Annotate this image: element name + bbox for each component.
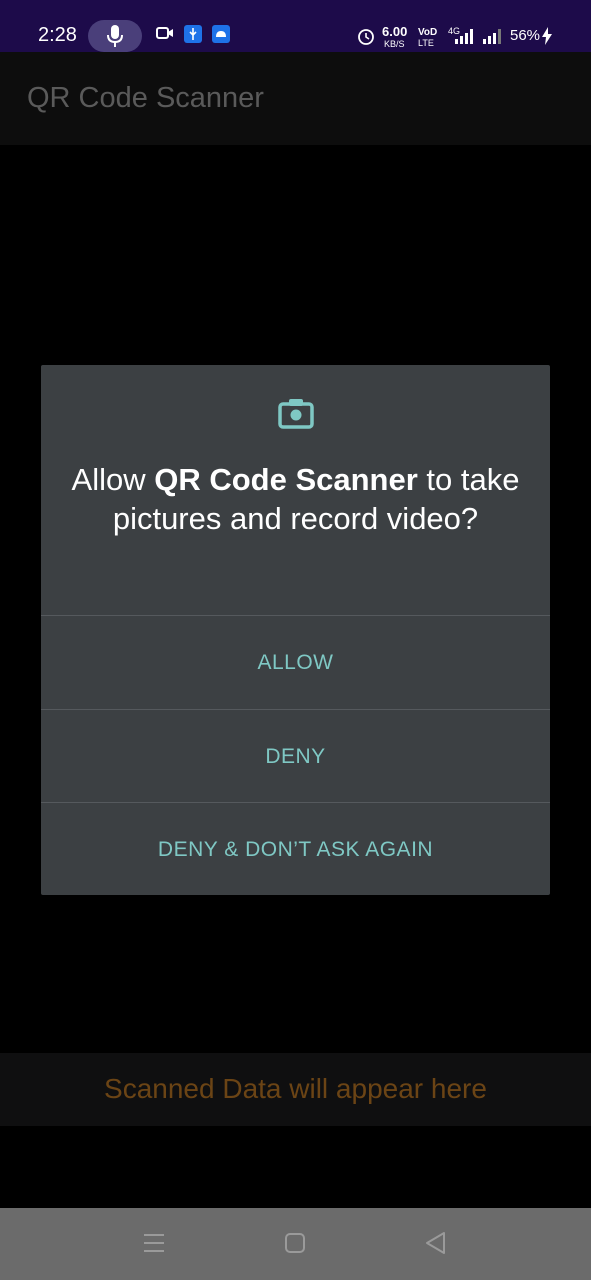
allow-button[interactable]: ALLOW [41, 615, 550, 709]
permission-dialog: Allow QR Code Scanner to take pictures a… [41, 365, 550, 895]
deny-button[interactable]: DENY [41, 709, 550, 803]
net-speed: 6.00 [382, 24, 408, 39]
video-camera-icon [156, 27, 173, 39]
mic-icon [107, 25, 123, 47]
status-bar: 2:28 6.00 KB/S VoD LTE 4G 56% [0, 0, 591, 52]
message-app-name: QR Code Scanner [154, 462, 418, 497]
battery-level: 56% [510, 27, 541, 44]
volte-bottom: LTE [418, 38, 434, 48]
back-icon[interactable] [424, 1230, 448, 1256]
android-icon [212, 25, 230, 43]
app-title: QR Code Scanner [27, 82, 264, 114]
home-icon[interactable] [284, 1230, 308, 1256]
signal-icon [455, 29, 473, 44]
camera-icon [278, 399, 314, 429]
menu-icon[interactable] [143, 1230, 165, 1256]
scanned-data-placeholder: Scanned Data will appear here [104, 1073, 487, 1104]
signal-icon-2 [483, 29, 501, 44]
net-unit: KB/S [384, 39, 405, 49]
navigation-bar [0, 1208, 591, 1280]
charging-bolt-icon [542, 27, 552, 45]
permission-message: Allow QR Code Scanner to take pictures a… [71, 460, 520, 538]
message-prefix: Allow [71, 462, 155, 497]
app-bar: QR Code Scanner [0, 52, 591, 145]
status-time: 2:28 [38, 24, 77, 46]
usb-icon [184, 25, 202, 43]
deny-dont-ask-again-button[interactable]: DENY & DON’T ASK AGAIN [41, 802, 550, 896]
alarm-icon [358, 29, 374, 45]
scanned-data-panel: Scanned Data will appear here [0, 1053, 591, 1126]
mic-indicator[interactable] [88, 20, 142, 52]
